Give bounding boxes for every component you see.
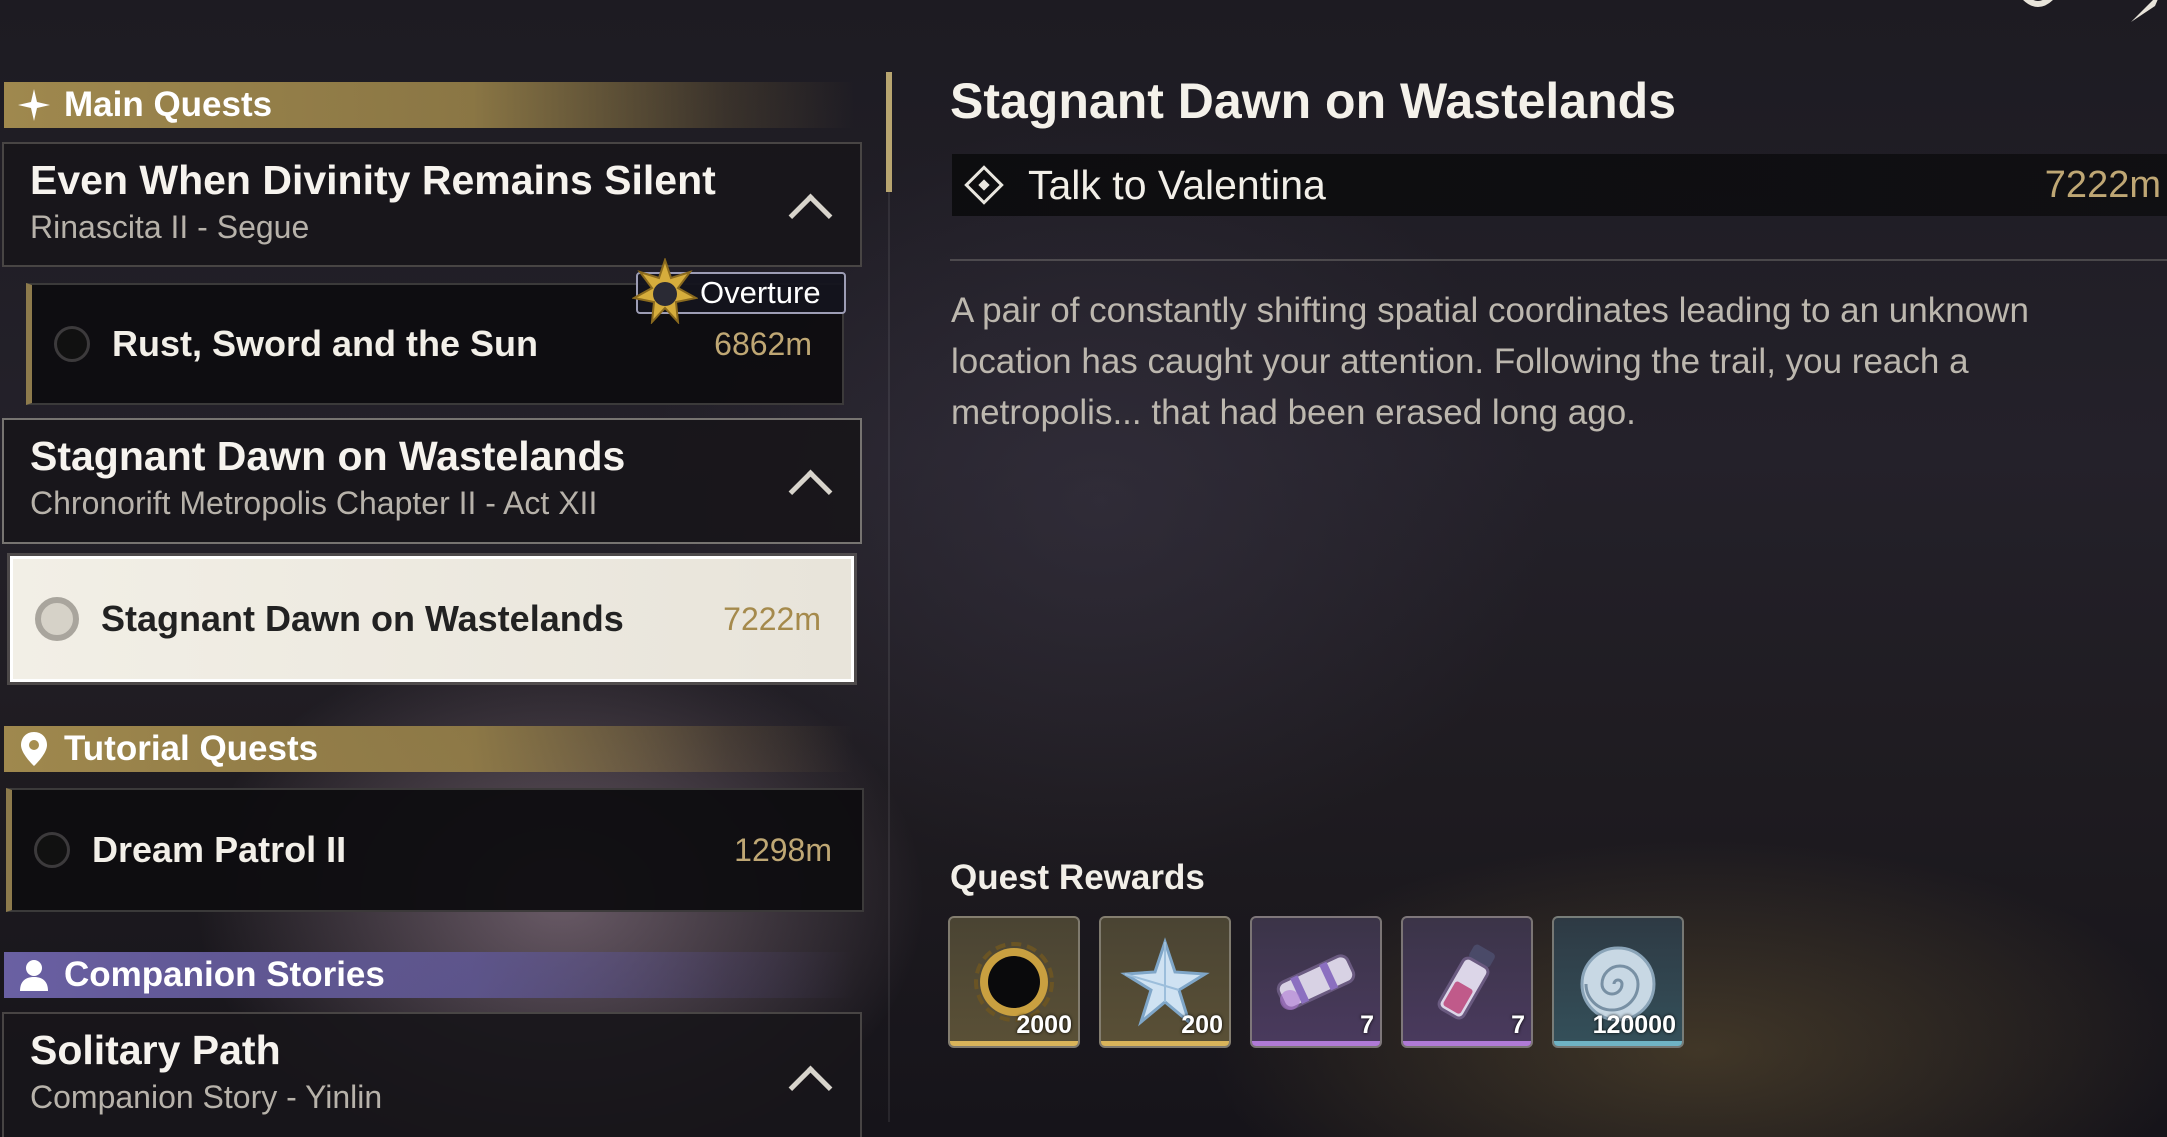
reward-quantity: 7 <box>1360 1011 1374 1039</box>
objective-diamond-icon <box>964 165 1004 205</box>
quest-name: Dream Patrol II <box>92 829 347 870</box>
quest-name: Stagnant Dawn on Wastelands <box>101 598 624 639</box>
quest-item-dream-patrol[interactable]: Dream Patrol II 1298m <box>6 788 864 912</box>
sparkle-icon <box>16 87 52 123</box>
overture-emblem-icon <box>631 256 699 325</box>
quest-distance: 6862m <box>714 325 812 362</box>
reward-quantity: 200 <box>1181 1011 1223 1039</box>
quest-detail-title: Stagnant Dawn on Wastelands <box>950 73 1677 129</box>
divider <box>950 259 2167 261</box>
quest-radio[interactable] <box>34 832 70 868</box>
scrollbar-thumb[interactable] <box>886 72 892 192</box>
section-label: Tutorial Quests <box>64 729 319 768</box>
quest-distance: 1298m <box>734 831 832 868</box>
reward-slot-5[interactable]: 120000 <box>1552 916 1684 1048</box>
quest-distance: 7222m <box>723 600 821 637</box>
objective-distance: 7222m <box>2044 163 2161 206</box>
reward-quantity: 120000 <box>1592 1011 1676 1039</box>
quest-group-divinity[interactable]: Even When Divinity Remains Silent Rinasc… <box>2 142 862 267</box>
quest-objective[interactable]: Talk to Valentina 7222m <box>952 154 2167 216</box>
rewards-title: Quest Rewards <box>950 858 1205 897</box>
top-emblem-icon[interactable] <box>2010 0 2066 22</box>
reward-slot-2[interactable]: 200 <box>1099 916 1231 1048</box>
quest-radio[interactable] <box>54 326 90 362</box>
reward-slot-4[interactable]: 7 <box>1401 916 1533 1048</box>
section-label: Main Quests <box>64 85 273 124</box>
rarity-bar <box>950 1041 1078 1046</box>
reward-quantity: 2000 <box>1016 1011 1072 1039</box>
rarity-bar <box>1554 1041 1682 1046</box>
section-header-companion-stories[interactable]: Companion Stories <box>4 952 854 998</box>
section-header-main-quests[interactable]: Main Quests <box>4 82 854 128</box>
quest-item-stagnant-dawn-selected[interactable]: Stagnant Dawn on Wastelands 7222m <box>10 556 854 682</box>
overture-label: Overture <box>700 275 821 310</box>
reward-slot-3[interactable]: 7 <box>1250 916 1382 1048</box>
section-label: Companion Stories <box>64 955 385 994</box>
person-icon <box>16 957 52 993</box>
group-subtitle: Chronorift Metropolis Chapter II - Act X… <box>30 485 598 522</box>
pin-icon[interactable] <box>2125 0 2165 26</box>
quest-description: A pair of constantly shifting spatial co… <box>951 291 2029 432</box>
quest-group-solitary-path[interactable]: Solitary Path Companion Story - Yinlin <box>2 1012 862 1137</box>
rarity-bar <box>1101 1041 1229 1046</box>
objective-text: Talk to Valentina <box>1028 161 1326 208</box>
scroll-track <box>888 72 890 1122</box>
location-pin-icon <box>16 731 52 767</box>
quest-name: Rust, Sword and the Sun <box>112 323 539 364</box>
rarity-bar <box>1403 1041 1531 1046</box>
rarity-bar <box>1252 1041 1380 1046</box>
reward-slot-1[interactable]: 2000 <box>948 916 1080 1048</box>
quest-group-stagnant-dawn[interactable]: Stagnant Dawn on Wastelands Chronorift M… <box>2 418 862 544</box>
reward-quantity: 7 <box>1511 1011 1525 1039</box>
group-title: Even When Divinity Remains Silent <box>30 157 716 203</box>
group-subtitle: Companion Story - Yinlin <box>30 1079 383 1116</box>
group-title: Stagnant Dawn on Wastelands <box>30 433 626 479</box>
section-header-tutorial-quests[interactable]: Tutorial Quests <box>4 726 854 772</box>
group-subtitle: Rinascita II - Segue <box>30 209 310 246</box>
quest-radio-selected[interactable] <box>35 597 79 641</box>
group-title: Solitary Path <box>30 1027 281 1073</box>
